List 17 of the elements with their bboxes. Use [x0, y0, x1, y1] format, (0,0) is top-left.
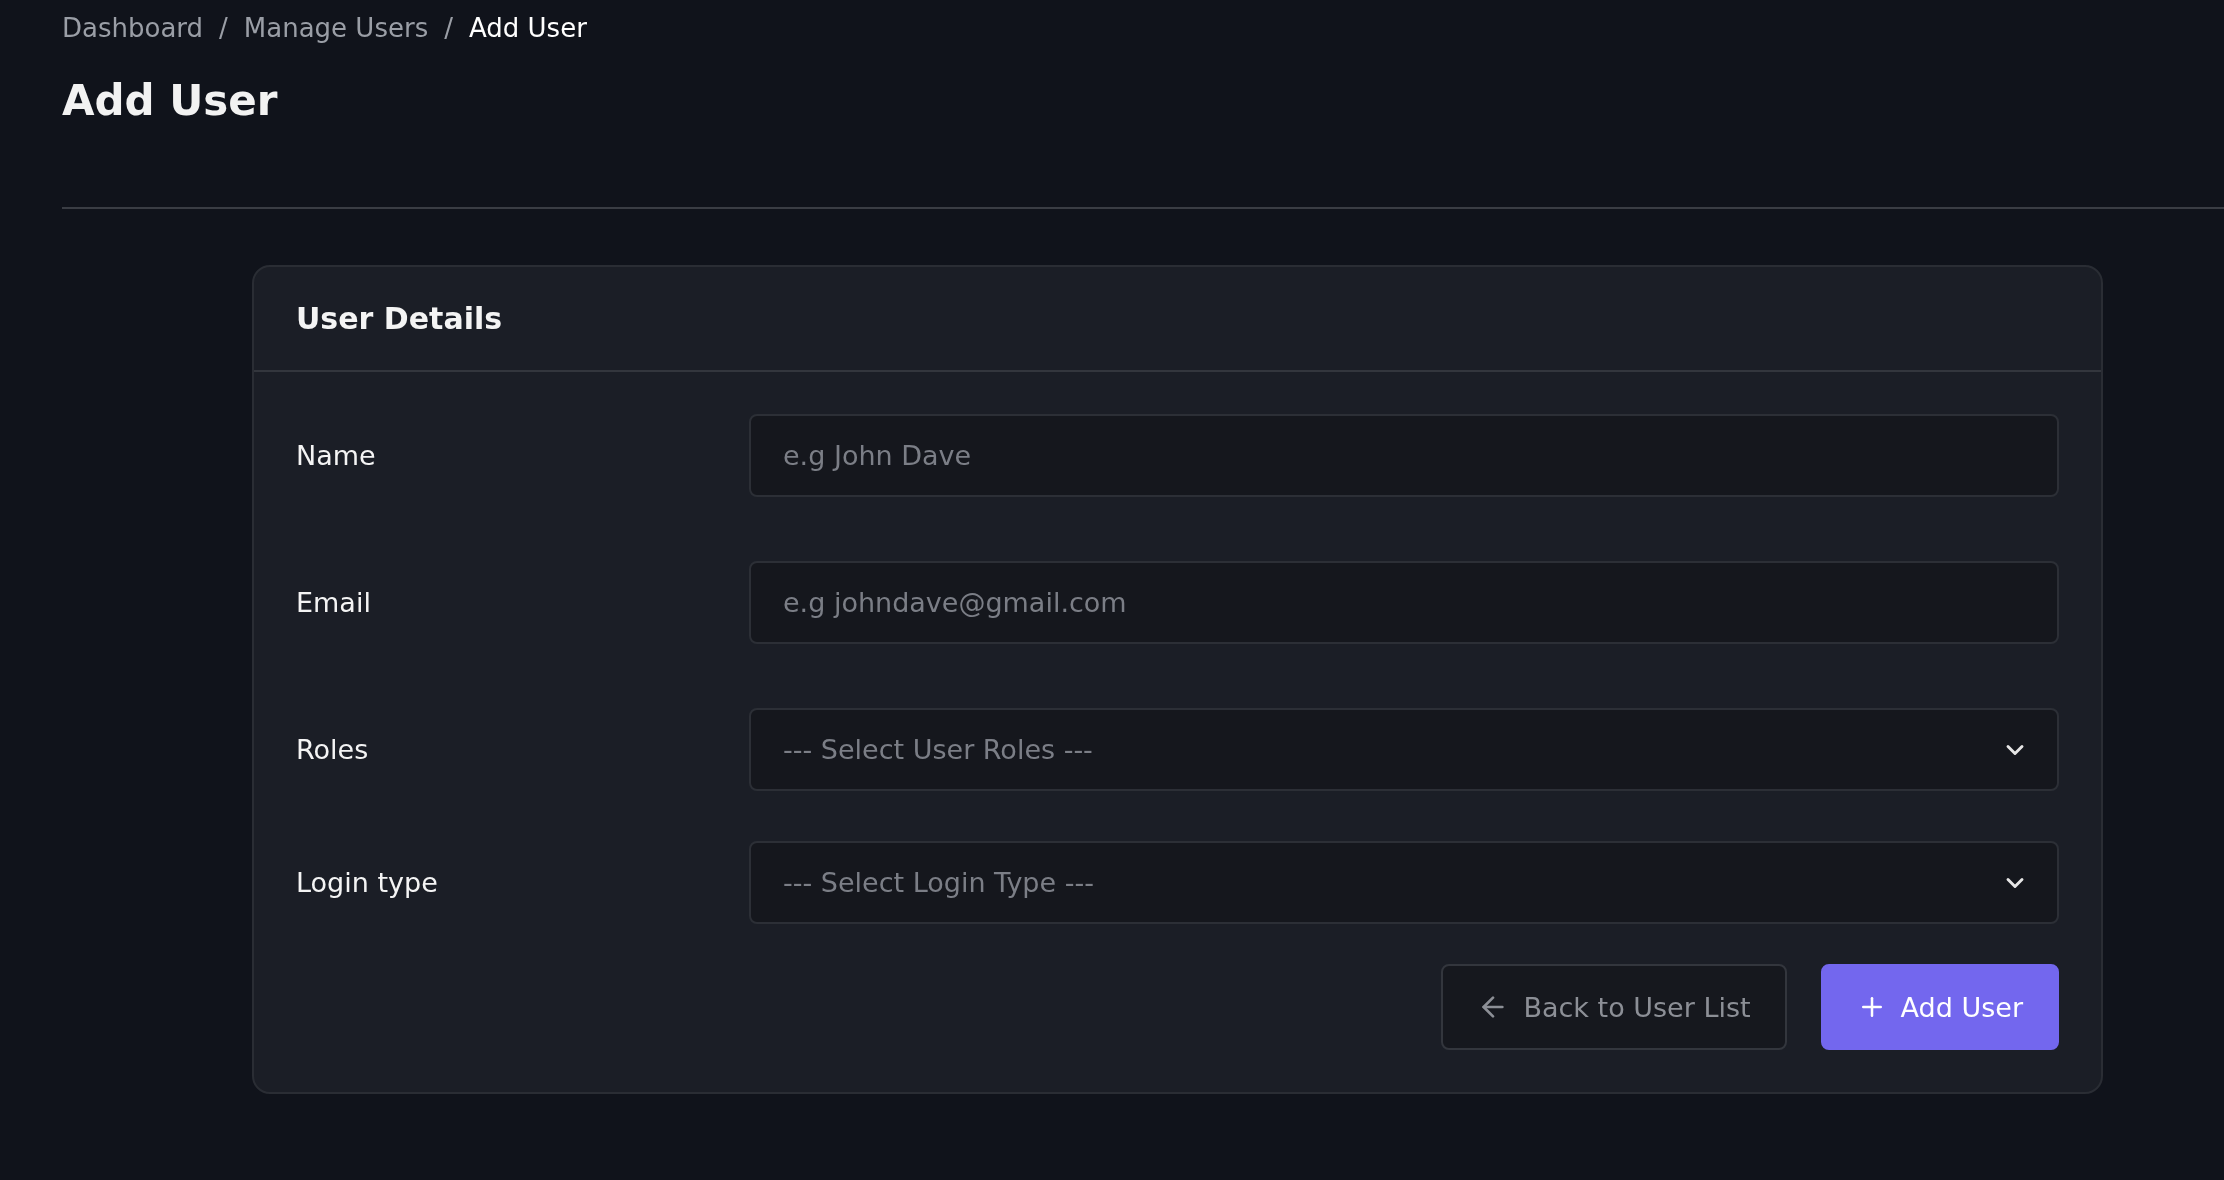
input-field[interactable]: e.g johndave@gmail.com [749, 561, 2059, 644]
breadcrumb-separator: / [219, 13, 228, 43]
breadcrumb-link[interactable]: Add User [468, 13, 587, 43]
back-button[interactable]: Back to User List [1441, 964, 1787, 1050]
page-title: Add User [62, 76, 279, 125]
field-label: Roles [296, 734, 370, 765]
breadcrumb-link[interactable]: Manage Users [243, 13, 429, 43]
field-label: Email [296, 587, 372, 618]
field-label: Name [296, 440, 377, 471]
card-title: User Details [296, 301, 503, 336]
breadcrumb-separator: / [444, 13, 453, 43]
field-label: Login type [296, 867, 439, 898]
select-field[interactable]: --- Select Login Type --- [749, 841, 2059, 924]
breadcrumb-link[interactable]: Dashboard [62, 13, 204, 43]
select-field[interactable]: --- Select User Roles --- [749, 708, 2059, 791]
input-field[interactable]: e.g John Dave [749, 414, 2059, 497]
add-user-button[interactable]: Add User [1820, 964, 2059, 1050]
